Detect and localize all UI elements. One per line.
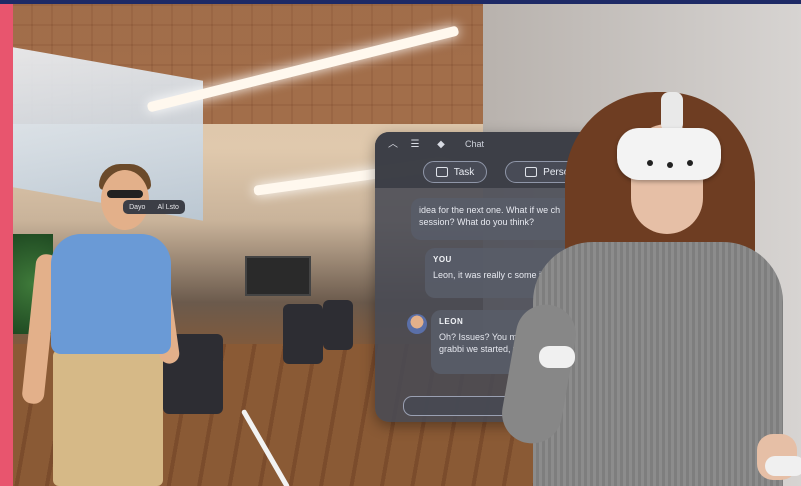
- menu-icon[interactable]: ☰: [409, 139, 421, 151]
- leon-avatar: [407, 314, 427, 334]
- left-accent-bar: [0, 4, 13, 486]
- office-chair: [283, 304, 323, 364]
- task-button-label: Task: [453, 166, 475, 178]
- chat-message-text: idea for the next one. What if we ch ses…: [419, 205, 561, 227]
- headset-strap: [661, 92, 683, 132]
- chevron-up-icon[interactable]: ︿: [387, 139, 399, 151]
- task-icon: [435, 167, 448, 177]
- avatar-sunglasses: [107, 190, 143, 198]
- task-button[interactable]: Task: [423, 161, 487, 183]
- headset-sensor: [647, 160, 653, 166]
- avatar-shirt: [51, 234, 171, 354]
- vr-controller: [539, 346, 575, 368]
- vr-controller: [765, 456, 801, 476]
- vr-office-scene: Dayo Al Lsto ︿ ☰ ◆ Chat Task Person idea…: [13, 4, 801, 486]
- chat-title: Chat: [465, 139, 485, 149]
- headset-sensor: [667, 162, 673, 168]
- avatar-legs: [53, 350, 163, 486]
- avatar-name-tag-left: Dayo: [129, 203, 146, 211]
- person-icon: [525, 167, 538, 177]
- chat-bubble-icon: ◆: [437, 139, 445, 150]
- headset-sensor: [687, 160, 693, 166]
- vr-headset: [617, 128, 721, 180]
- avatar-name-tag[interactable]: Dayo Al Lsto: [123, 200, 185, 214]
- office-chair: [323, 300, 353, 350]
- wall-screen: [245, 256, 311, 296]
- avatar-name-tag-right: Al Lsto: [157, 203, 179, 211]
